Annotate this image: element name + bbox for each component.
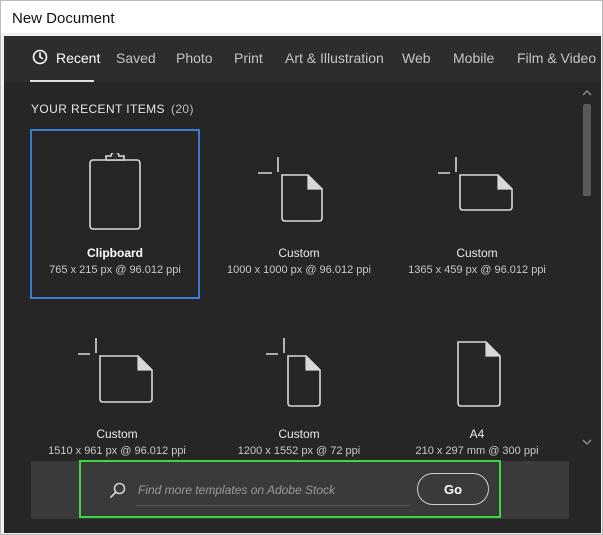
recent-item-a4[interactable]: A4 210 x 297 mm @ 300 ppi [394, 312, 560, 478]
custom-document-icon [438, 157, 513, 211]
recent-count: (20) [170, 102, 194, 116]
custom-document-icon [258, 157, 323, 222]
scroll-up-arrow-icon[interactable] [581, 88, 593, 98]
tab-recent[interactable]: Recent [56, 50, 100, 66]
clock-icon [32, 49, 48, 65]
tab-web[interactable]: Web [402, 50, 431, 66]
tab-print[interactable]: Print [234, 50, 263, 66]
clipboard-icon [89, 153, 141, 230]
tab-saved[interactable]: Saved [116, 50, 156, 66]
search-highlight-box [79, 460, 501, 518]
recent-item-custom[interactable]: Custom 1000 x 1000 px @ 96.012 ppi [216, 131, 382, 297]
section-heading-label: YOUR RECENT ITEMS [31, 102, 165, 116]
preset-tabs: Recent Saved Photo Print Art & Illustrat… [4, 36, 601, 82]
section-heading: YOUR RECENT ITEMS (20) [31, 102, 194, 116]
recent-item-size: 1200 x 1552 px @ 72 ppi [237, 445, 361, 457]
recent-item-custom[interactable]: Custom 1200 x 1552 px @ 72 ppi [216, 312, 382, 478]
recent-item-size: 765 x 215 px @ 96.012 ppi [49, 264, 181, 276]
new-document-window: New Document Recent Saved Photo Print Ar… [0, 0, 603, 535]
recent-item-name: A4 [469, 427, 485, 441]
recent-item-clipboard[interactable]: Clipboard 765 x 215 px @ 96.012 ppi [30, 129, 200, 299]
recent-item-custom[interactable]: Custom 1365 x 459 px @ 96.012 ppi [394, 131, 560, 297]
recent-item-size: 1000 x 1000 px @ 96.012 ppi [227, 264, 371, 276]
document-icon [457, 341, 501, 407]
tab-film-video[interactable]: Film & Video [517, 50, 596, 66]
scroll-down-arrow-icon[interactable] [581, 437, 593, 447]
tab-mobile[interactable]: Mobile [453, 50, 494, 66]
recent-item-name: Custom [456, 246, 498, 260]
custom-document-icon [78, 338, 153, 403]
recent-item-custom[interactable]: Custom 1510 x 961 px @ 96.012 ppi [34, 312, 200, 478]
recent-item-name: Clipboard [87, 246, 143, 260]
custom-document-icon [266, 338, 321, 407]
title-bar: New Document [1, 1, 602, 33]
recent-item-size: 1365 x 459 px @ 96.012 ppi [408, 264, 546, 276]
recent-item-size: 1510 x 961 px @ 96.012 ppi [48, 445, 186, 457]
recent-item-size: 210 x 297 mm @ 300 ppi [415, 445, 539, 457]
tab-photo[interactable]: Photo [176, 50, 213, 66]
tab-art-illustration[interactable]: Art & Illustration [285, 50, 384, 66]
recent-item-name: Custom [278, 246, 320, 260]
scrollbar-thumb[interactable] [583, 104, 591, 196]
recent-item-name: Custom [96, 427, 138, 441]
window-title: New Document [12, 10, 115, 27]
recent-item-name: Custom [278, 427, 320, 441]
new-document-dialog: Recent Saved Photo Print Art & Illustrat… [4, 36, 601, 533]
vertical-scrollbar[interactable] [580, 82, 594, 533]
